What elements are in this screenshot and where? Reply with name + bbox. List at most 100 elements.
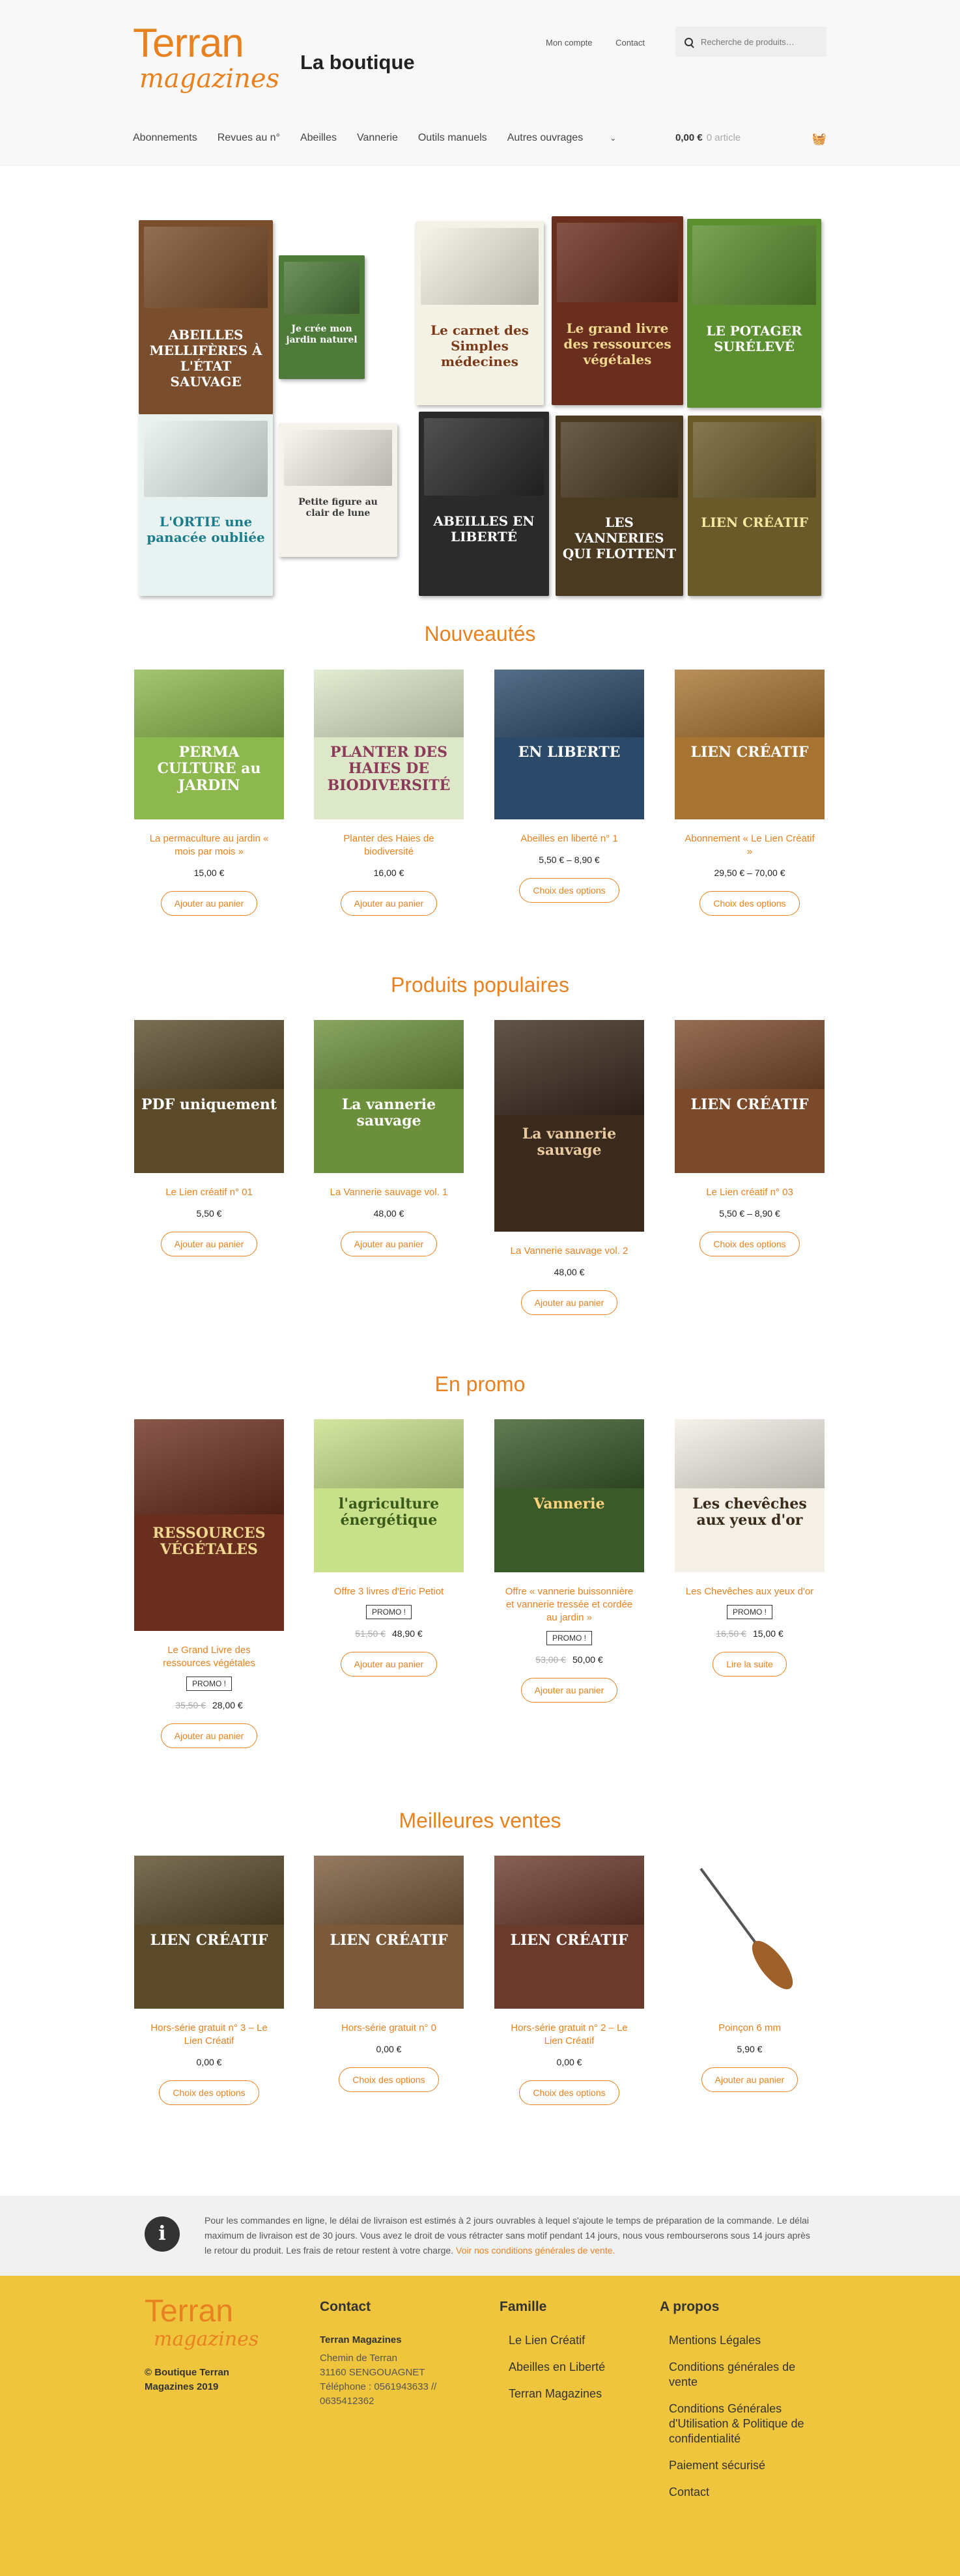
- footer-link-abeilles[interactable]: Abeilles en Liberté: [509, 2360, 649, 2375]
- cover-illustration: [314, 1020, 464, 1089]
- hero-book-cover[interactable]: Le grand livre des ressources végétales: [552, 216, 683, 405]
- product-price: 5,50 €: [134, 1208, 284, 1219]
- footer-link-mentions[interactable]: Mentions Légales: [669, 2333, 810, 2348]
- product-name[interactable]: Le Lien créatif n° 01: [134, 1186, 284, 1199]
- nav-revues[interactable]: Revues au n°: [218, 132, 280, 144]
- product-price: 5,50 € – 8,90 €: [675, 1208, 825, 1219]
- product-image[interactable]: PDF uniquement: [134, 1020, 284, 1173]
- cover-illustration: [134, 670, 284, 737]
- product-action-button[interactable]: Ajouter au panier: [340, 1652, 438, 1677]
- product-name[interactable]: La permaculture au jardin « mois par moi…: [134, 832, 284, 858]
- nav-vannerie[interactable]: Vannerie: [357, 132, 398, 144]
- search-input[interactable]: Recherche de produits…: [675, 27, 826, 57]
- product-image[interactable]: Vannerie: [494, 1419, 644, 1572]
- product-name[interactable]: Le Grand Livre des ressources végétales: [134, 1644, 284, 1670]
- cart-count: 0 article: [706, 132, 741, 143]
- nav-outils[interactable]: Outils manuels: [418, 132, 487, 144]
- product-name[interactable]: Offre « vannerie buissonnière et vanneri…: [494, 1585, 644, 1624]
- cart-summary[interactable]: 0,00 €0 article 🧺: [675, 132, 826, 145]
- hero-book-cover[interactable]: LES VANNERIES QUI FLOTTENT: [556, 416, 683, 596]
- product-action-button[interactable]: Choix des options: [519, 878, 619, 903]
- product-card: LIEN CRÉATIF Hors-série gratuit n° 3 – L…: [134, 1856, 284, 2105]
- product-image[interactable]: LIEN CRÉATIF: [314, 1856, 464, 2009]
- hero-book-title: LIEN CRÉATIF: [701, 515, 808, 530]
- product-price: 0,00 €: [134, 2057, 284, 2067]
- hero-book-cover[interactable]: Petite figure au clair de lune: [279, 423, 397, 557]
- footer-link-contact[interactable]: Contact: [669, 2485, 810, 2500]
- awl-tool-icon: [699, 1867, 793, 1990]
- cgv-link[interactable]: Voir nos conditions générales de vente.: [456, 2245, 615, 2256]
- delivery-notice: i Pour les commandes en ligne, le délai …: [0, 2196, 960, 2276]
- product-image[interactable]: LIEN CRÉATIF: [494, 1856, 644, 2009]
- contact-link[interactable]: Contact: [615, 38, 645, 48]
- product-action-button[interactable]: Choix des options: [339, 2067, 439, 2092]
- footer-link-cgu[interactable]: Conditions Générales d'Utilisation & Pol…: [669, 2401, 810, 2446]
- hero-book-cover[interactable]: Le carnet des Simples médecines: [416, 221, 544, 405]
- product-image[interactable]: LIEN CRÉATIF: [675, 670, 825, 819]
- hero-book-cover[interactable]: LIEN CRÉATIF: [688, 416, 821, 596]
- cover-illustration: [675, 670, 825, 737]
- product-action-button[interactable]: Choix des options: [519, 2080, 619, 2105]
- product-image[interactable]: La vannerie sauvage: [494, 1020, 644, 1232]
- footer-link-terran[interactable]: Terran Magazines: [509, 2386, 649, 2401]
- product-card: La vannerie sauvage La Vannerie sauvage …: [494, 1020, 644, 1315]
- product-image[interactable]: PERMA CULTURE au JARDIN: [134, 670, 284, 819]
- product-image[interactable]: PLANTER DES HAIES DE BIODIVERSITÉ: [314, 670, 464, 819]
- nav-abonnements[interactable]: Abonnements: [133, 132, 197, 144]
- product-action-button[interactable]: Ajouter au panier: [340, 891, 438, 916]
- nav-abeilles[interactable]: Abeilles: [300, 132, 337, 144]
- product-name[interactable]: Hors-série gratuit n° 0: [314, 2022, 464, 2035]
- product-image[interactable]: Les chevêches aux yeux d'or: [675, 1419, 825, 1572]
- product-action-button[interactable]: Ajouter au panier: [160, 891, 258, 916]
- product-action-button[interactable]: Lire la suite: [713, 1652, 787, 1677]
- site-logo[interactable]: Terran magazines: [133, 23, 279, 102]
- product-image[interactable]: EN LIBERTE: [494, 670, 644, 819]
- footer-link-cgv[interactable]: Conditions générales de vente: [669, 2360, 810, 2390]
- product-action-button[interactable]: Choix des options: [159, 2080, 259, 2105]
- footer-link-lien-creatif[interactable]: Le Lien Créatif: [509, 2333, 649, 2348]
- product-action-button[interactable]: Ajouter au panier: [340, 1232, 438, 1256]
- product-image[interactable]: LIEN CRÉATIF: [675, 1020, 825, 1173]
- hero-book-title: Le carnet des Simples médecines: [431, 322, 529, 369]
- product-name[interactable]: Les Chevêches aux yeux d'or: [675, 1585, 825, 1598]
- product-action-button[interactable]: Ajouter au panier: [701, 2067, 798, 2092]
- hero-book-cover[interactable]: L'ORTIE une panacée oubliée: [139, 414, 273, 596]
- product-image[interactable]: RESSOURCES VÉGÉTALES: [134, 1419, 284, 1631]
- cover-illustration: [424, 418, 544, 496]
- product-name[interactable]: Le Lien créatif n° 03: [675, 1186, 825, 1199]
- product-name[interactable]: La Vannerie sauvage vol. 1: [314, 1186, 464, 1199]
- product-name[interactable]: Hors-série gratuit n° 2 – Le Lien Créati…: [494, 2022, 644, 2048]
- product-action-button[interactable]: Ajouter au panier: [520, 1678, 618, 1703]
- product-name[interactable]: Hors-série gratuit n° 3 – Le Lien Créati…: [134, 2022, 284, 2048]
- cover-title: LIEN CRÉATIF: [330, 1932, 448, 1949]
- product-action-button[interactable]: Ajouter au panier: [160, 1723, 258, 1748]
- product-image[interactable]: La vannerie sauvage: [314, 1020, 464, 1173]
- product-name[interactable]: Planter des Haies de biodiversité: [314, 832, 464, 858]
- product-name[interactable]: La Vannerie sauvage vol. 2: [494, 1245, 644, 1258]
- product-name[interactable]: Abonnement « Le Lien Créatif »: [675, 832, 825, 858]
- product-image[interactable]: l'agriculture énergétique: [314, 1419, 464, 1572]
- product-name[interactable]: Offre 3 livres d'Eric Petiot: [314, 1585, 464, 1598]
- product-image[interactable]: LIEN CRÉATIF: [134, 1856, 284, 2009]
- cover-illustration: [494, 1419, 644, 1488]
- promo-badge: PROMO !: [546, 1631, 592, 1645]
- contact-company: Terran Magazines: [320, 2334, 402, 2345]
- site-title[interactable]: La boutique: [300, 51, 415, 74]
- nav-autres-ouvrages[interactable]: Autres ouvrages ⌄: [507, 132, 637, 144]
- hero-book-cover[interactable]: ABEILLES MELLIFÈRES À L'ÉTAT SAUVAGE: [139, 220, 273, 414]
- hero-book-cover[interactable]: Je crée mon jardin naturel: [279, 255, 365, 379]
- hero-book-cover[interactable]: ABEILLES EN LIBERTÉ: [419, 412, 549, 596]
- my-account-link[interactable]: Mon compte: [546, 38, 593, 48]
- product-name[interactable]: Poinçon 6 mm: [675, 2022, 825, 2035]
- product-name[interactable]: Abeilles en liberté n° 1: [494, 832, 644, 845]
- footer-logo[interactable]: Terran magazines: [145, 2295, 259, 2354]
- product-image[interactable]: [675, 1856, 825, 2009]
- footer-link-paiement[interactable]: Paiement sécurisé: [669, 2458, 810, 2473]
- product-card: LIEN CRÉATIF Abonnement « Le Lien Créati…: [675, 670, 825, 916]
- product-price: 48,00 €: [314, 1208, 464, 1219]
- product-action-button[interactable]: Choix des options: [699, 1232, 800, 1256]
- hero-book-cover[interactable]: LE POTAGER SURÉLEVÉ: [687, 219, 821, 408]
- product-action-button[interactable]: Choix des options: [699, 891, 800, 916]
- product-action-button[interactable]: Ajouter au panier: [160, 1232, 258, 1256]
- product-action-button[interactable]: Ajouter au panier: [520, 1290, 618, 1315]
